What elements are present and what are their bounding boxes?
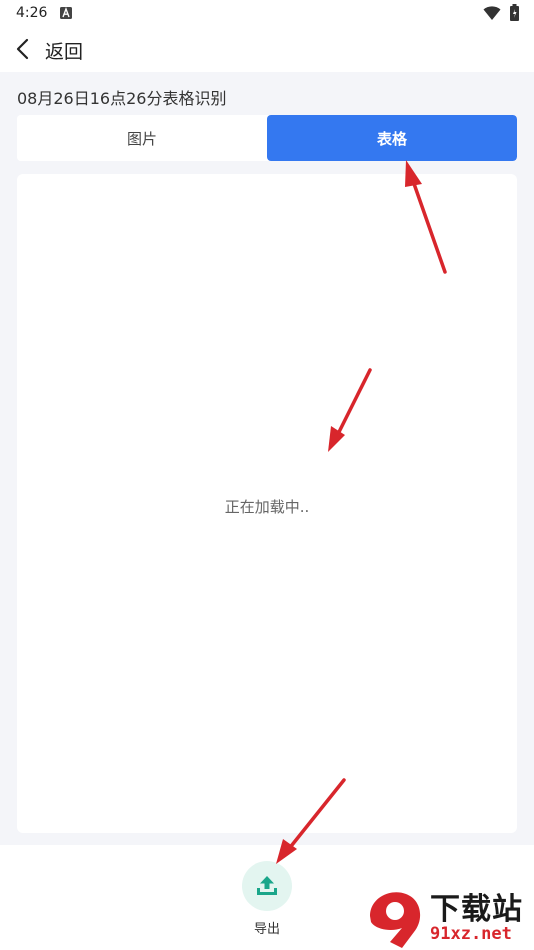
nav-bar: 返回	[0, 28, 534, 72]
watermark: 下载站 91xz.net	[362, 884, 534, 950]
upload-icon	[257, 876, 277, 895]
document-title: 08月26日16点26分表格识别	[17, 89, 227, 108]
tab-image[interactable]: 图片	[17, 115, 267, 161]
view-tabs: 图片 表格	[17, 115, 517, 161]
status-bar: 4:26	[0, 0, 534, 28]
tab-table[interactable]: 表格	[267, 115, 517, 161]
back-arrow-icon[interactable]	[12, 37, 34, 61]
watermark-url: 91xz.net	[430, 924, 512, 944]
watermark-title: 下载站	[430, 892, 523, 927]
back-button[interactable]: 返回	[45, 37, 83, 64]
wifi-icon	[483, 6, 501, 20]
watermark-logo	[370, 892, 421, 948]
battery-icon	[510, 4, 519, 21]
table-preview-panel: 正在加载中..	[17, 174, 517, 833]
keyboard-notification-icon	[60, 7, 72, 19]
export-button[interactable]	[242, 861, 292, 911]
status-time: 4:26	[16, 5, 48, 21]
loading-text: 正在加载中..	[224, 498, 310, 516]
